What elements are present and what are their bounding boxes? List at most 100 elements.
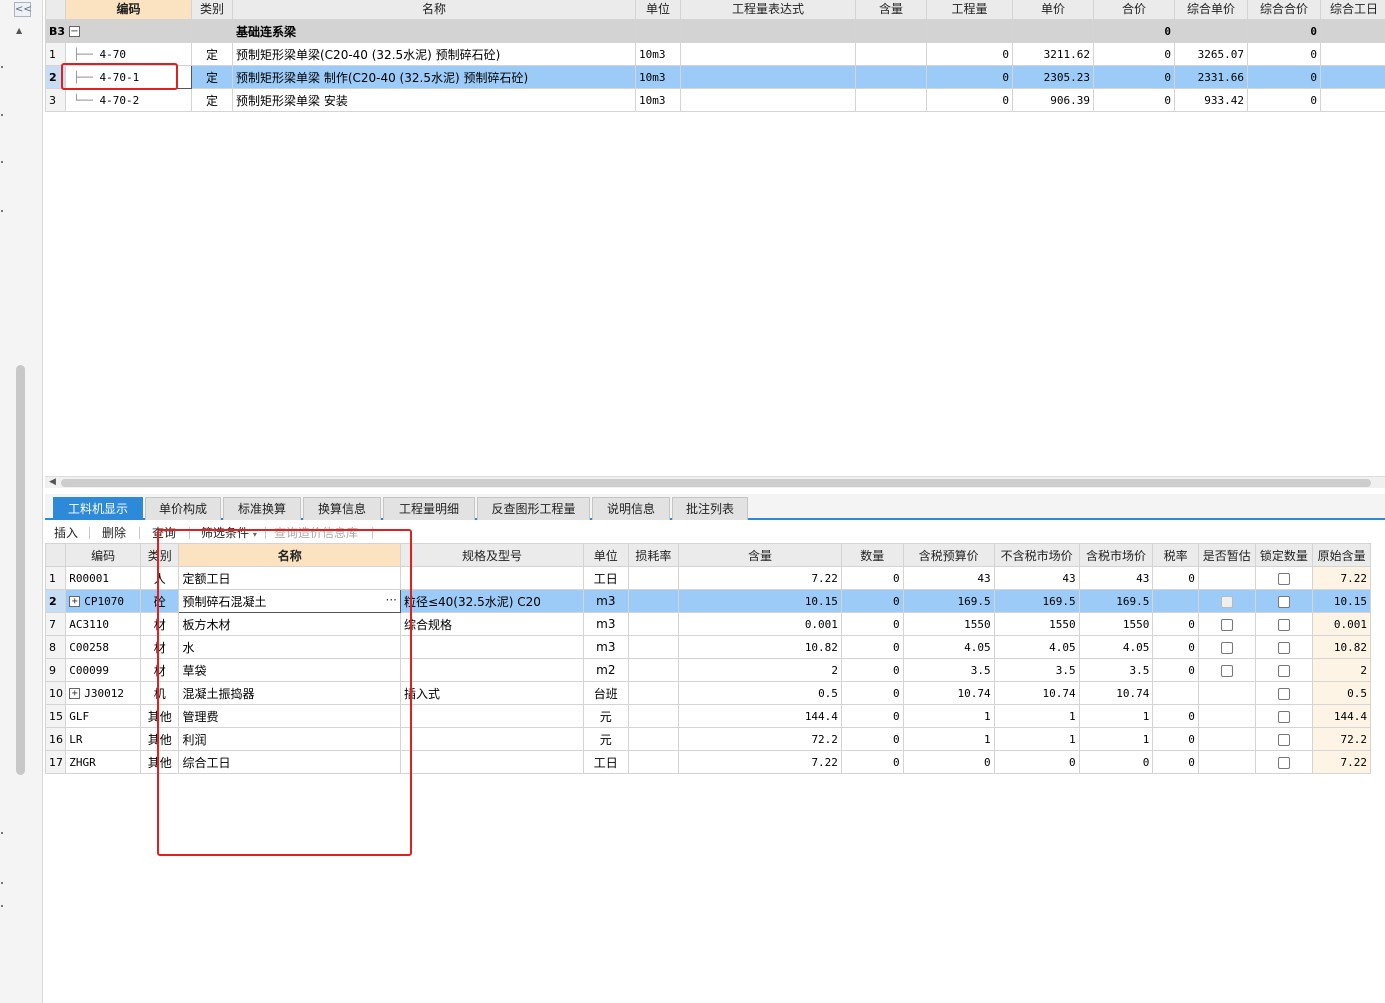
resource-quantity[interactable]: 0 [840, 658, 904, 682]
resource-tax-rate[interactable]: 0 [1152, 566, 1199, 590]
resource-provisional[interactable] [1197, 566, 1256, 590]
resource-unit[interactable]: 元 [583, 704, 629, 728]
col-header-name[interactable]: 名称 [178, 543, 401, 567]
resource-tax-market-price[interactable]: 1 [1078, 704, 1154, 728]
resource-loss-rate[interactable] [627, 612, 680, 636]
lock-quantity-checkbox[interactable] [1277, 572, 1290, 585]
lock-quantity-checkbox[interactable] [1277, 756, 1290, 769]
resource-type[interactable]: 人 [140, 566, 180, 590]
resource-notax-market-price[interactable]: 1 [993, 704, 1080, 728]
filter-conditions-dropdown[interactable]: 筛选条件 ▾ [201, 524, 257, 541]
resource-lock-quantity[interactable] [1254, 750, 1314, 774]
tab-description[interactable]: 说明信息 [592, 497, 670, 520]
resource-lock-quantity[interactable] [1254, 658, 1314, 682]
resource-lock-quantity[interactable] [1254, 589, 1314, 613]
resource-code[interactable]: + CP1070 [65, 589, 142, 613]
quota-expression[interactable] [680, 65, 856, 89]
col-header-quantity[interactable]: 数量 [840, 543, 904, 567]
resource-quantity[interactable]: 0 [840, 704, 904, 728]
col-header-expression[interactable]: 工程量表达式 [680, 0, 856, 20]
tab-annotation-list[interactable]: 批注列表 [672, 497, 748, 520]
col-header-spec[interactable]: 规格及型号 [399, 543, 585, 567]
resource-row[interactable]: 9 C00099 材草袋 m2 2 0 3.5 3.5 3.5 0 2 [44, 658, 1371, 682]
quota-content[interactable] [855, 42, 927, 66]
resource-quantity[interactable]: 0 [840, 681, 904, 705]
col-header-amount[interactable]: 合价 [1093, 0, 1175, 20]
resource-provisional[interactable] [1197, 727, 1256, 751]
col-header-comprehensive-workday[interactable]: 综合工日 [1320, 0, 1385, 20]
group-row[interactable]: B3 − 基础连系梁 0 0 [45, 19, 1385, 43]
resource-tax-market-price[interactable]: 1550 [1078, 612, 1154, 636]
resource-tax-budget-price[interactable]: 1550 [902, 612, 995, 636]
quota-row[interactable]: 1 ├── 4-70 定 预制矩形梁单梁(C20-40 (32.5水泥) 预制碎… [45, 42, 1385, 66]
resource-spec[interactable] [399, 727, 585, 751]
vertical-scrollbar-thumb[interactable] [16, 365, 25, 775]
resource-unit[interactable]: m2 [583, 658, 629, 682]
resource-spec[interactable]: 插入式 [399, 681, 585, 705]
resource-tax-budget-price[interactable]: 10.74 [902, 681, 995, 705]
resource-tax-market-price[interactable]: 169.5 [1078, 589, 1154, 613]
resource-type[interactable]: 机 [140, 681, 180, 705]
quota-code-cell[interactable]: └── 4-70-2 [65, 88, 192, 112]
resource-notax-market-price[interactable]: 3.5 [993, 658, 1080, 682]
quota-row[interactable]: 3 └── 4-70-2 定 预制矩形梁单梁 安装 10m3 0 906.39 … [45, 88, 1385, 112]
resource-provisional[interactable] [1197, 658, 1256, 682]
tab-labor-material-machine[interactable]: 工料机显示 [53, 497, 143, 520]
resource-spec[interactable]: 综合规格 [399, 612, 585, 636]
quota-content[interactable] [855, 65, 927, 89]
resource-tax-budget-price[interactable]: 43 [902, 566, 995, 590]
lock-quantity-checkbox[interactable] [1277, 618, 1290, 631]
quota-row-selected[interactable]: 2 ├── 4-70-1 定 预制矩形梁单梁 制作(C20-40 (32.5水泥… [45, 65, 1385, 89]
resource-name[interactable]: 利润 [178, 727, 401, 751]
resource-tax-budget-price[interactable]: 4.05 [902, 635, 995, 659]
resource-notax-market-price[interactable]: 1550 [993, 612, 1080, 636]
scroll-left-arrow-icon[interactable]: ◀ [49, 477, 56, 487]
resource-quantity[interactable]: 0 [840, 635, 904, 659]
resource-notax-market-price[interactable]: 10.74 [993, 681, 1080, 705]
resource-name[interactable]: 草袋 [178, 658, 401, 682]
resource-row[interactable]: 7 AC3110 材板方木材 综合规格 m3 0.001 0 1550 1550 1550 0 0.0… [44, 612, 1371, 636]
quota-name[interactable]: 预制矩形梁单梁 制作(C20-40 (32.5水泥) 预制碎石砼) [232, 65, 636, 89]
resource-name[interactable]: 水 [178, 635, 401, 659]
resource-content[interactable]: 7.22 [678, 750, 842, 774]
col-header-original-content[interactable]: 原始含量 [1312, 543, 1371, 567]
resource-content[interactable]: 10.82 [678, 635, 842, 659]
resource-name[interactable]: 预制碎石混凝土 ··· [178, 589, 401, 613]
lock-quantity-checkbox[interactable] [1277, 595, 1290, 608]
provisional-checkbox[interactable] [1220, 641, 1233, 654]
col-header-code[interactable]: 编码 [65, 0, 192, 20]
col-header-name[interactable]: 名称 [232, 0, 636, 20]
resource-content[interactable]: 72.2 [678, 727, 842, 751]
resource-unit[interactable]: 工日 [583, 750, 629, 774]
col-header-loss-rate[interactable]: 损耗率 [627, 543, 680, 567]
resource-name[interactable]: 综合工日 [178, 750, 401, 774]
resource-tax-budget-price[interactable]: 1 [902, 727, 995, 751]
resource-tax-rate[interactable]: 0 [1152, 612, 1199, 636]
lock-quantity-checkbox[interactable] [1277, 687, 1290, 700]
expand-row-icon[interactable]: + [69, 688, 81, 699]
resource-lock-quantity[interactable] [1254, 727, 1314, 751]
resource-content[interactable]: 144.4 [678, 704, 842, 728]
resource-loss-rate[interactable] [627, 566, 680, 590]
col-header-unit-price[interactable]: 单价 [1012, 0, 1094, 20]
resource-lock-quantity[interactable] [1254, 566, 1314, 590]
query-button[interactable]: 查询 [152, 524, 176, 541]
resource-provisional[interactable] [1197, 681, 1256, 705]
quota-unit[interactable]: 10m3 [635, 88, 681, 112]
resource-quantity[interactable]: 0 [840, 566, 904, 590]
resource-code[interactable]: GLF [65, 704, 142, 728]
col-header-content[interactable]: 含量 [678, 543, 842, 567]
resource-type[interactable]: 其他 [140, 704, 180, 728]
query-price-database-button[interactable]: 查询造价信息库 [274, 524, 358, 541]
quota-code-cell[interactable]: ├── 4-70-1 [65, 65, 192, 89]
resource-type[interactable]: 材 [140, 612, 180, 636]
quota-quantity[interactable]: 0 [926, 65, 1013, 89]
resource-row[interactable]: 1 R00001 人定额工日 工日 7.22 0 43 43 43 0 7.22 [44, 566, 1371, 590]
horizontal-scrollbar[interactable]: ◀ [45, 476, 1385, 488]
resource-tax-budget-price[interactable]: 3.5 [902, 658, 995, 682]
quota-quantity[interactable]: 0 [926, 88, 1013, 112]
provisional-checkbox[interactable] [1220, 618, 1233, 631]
quota-unit[interactable]: 10m3 [635, 42, 681, 66]
col-header-tax-rate[interactable]: 税率 [1152, 543, 1199, 567]
resource-tax-rate[interactable]: 0 [1152, 658, 1199, 682]
